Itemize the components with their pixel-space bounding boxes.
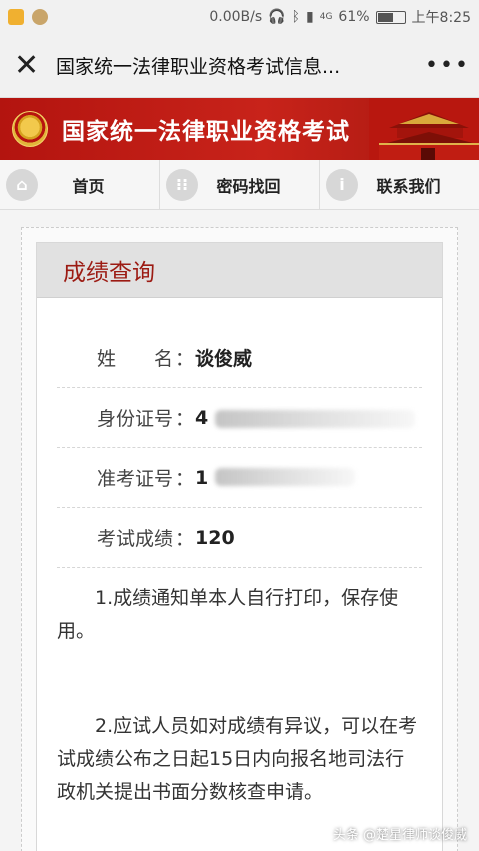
field-row-admission-number: 准考证号 ： 1 [57, 448, 422, 508]
webview-title-bar: ✕ 国家统一法律职业资格考试信息... ••• [0, 34, 479, 98]
main-nav: ⌂ 首页 ⁝⁝ 密码找回 i 联系我们 [0, 160, 479, 210]
bluetooth-icon: ᛒ [291, 9, 300, 25]
redaction-blur [215, 410, 415, 428]
nav-label-home: 首页 [72, 176, 105, 196]
watermark: 头条 @楚星律师谈俊威 [332, 828, 467, 843]
site-title: 国家统一法律职业资格考试 [62, 119, 350, 145]
close-icon[interactable]: ✕ [14, 50, 46, 81]
more-options-icon[interactable]: ••• [425, 53, 468, 78]
score-card-header: 成绩查询 [37, 243, 442, 298]
site-banner: 国家统一法律职业资格考试 [0, 98, 479, 160]
note-print: 1.成绩通知单本人自行打印，保存使用。 [57, 587, 399, 642]
field-value-admission-number: 1 [195, 466, 209, 489]
field-label: 准考证号 [96, 468, 173, 490]
page-title: 国家统一法律职业资格考试信息... [56, 56, 341, 78]
field-label: 姓 名 [96, 348, 173, 370]
redaction-blur [215, 468, 355, 486]
signal-icon: ▮ [306, 9, 314, 25]
home-icon: ⌂ [6, 168, 38, 201]
net-speed: 0.00B/s [209, 9, 263, 25]
note-appeal: 2.应试人员如对成绩有异议，可以在考试成绩公布之日起15日内向报名地司法行政机关… [57, 715, 418, 803]
nav-label-password-recovery: 密码找回 [216, 176, 281, 196]
field-row-id-number: 身份证号 ： 4 [57, 388, 422, 448]
clock: 上午8:25 [411, 10, 471, 26]
nav-item-password-recovery[interactable]: ⁝⁝ 密码找回 [160, 160, 320, 209]
content-frame: 成绩查询 姓 名 ： 谈俊威 身份证号 ： 4 准考证号 ： 1 考试成绩 ： … [21, 227, 458, 851]
app-notification-icon [8, 9, 24, 25]
grid-icon: ⁝⁝ [166, 168, 198, 201]
field-value-name: 谈俊威 [195, 348, 253, 370]
nav-label-contact: 联系我们 [376, 176, 441, 196]
field-value-score: 120 [195, 526, 235, 549]
nav-item-contact[interactable]: i 联系我们 [320, 160, 479, 209]
field-label: 考试成绩 [96, 528, 173, 550]
status-bar: 0.00B/s 🎧 ᛒ ▮ 4G 61% 上午8:25 [0, 0, 479, 34]
field-row-score: 考试成绩 ： 120 [57, 508, 422, 568]
battery-icon [375, 10, 406, 24]
national-emblem-icon [12, 111, 48, 147]
field-value-id-number: 4 [195, 406, 209, 429]
tiananmen-icon [369, 98, 479, 160]
status-notification-icons [8, 9, 48, 25]
info-icon: i [326, 168, 358, 201]
score-card: 成绩查询 姓 名 ： 谈俊威 身份证号 ： 4 准考证号 ： 1 考试成绩 ： … [36, 242, 443, 851]
battery-percent: 61% [338, 9, 370, 25]
assistant-notification-icon [32, 9, 48, 25]
signal-4g-label: 4G [319, 12, 333, 22]
status-indicators: 0.00B/s 🎧 ᛒ ▮ 4G 61% 上午8:25 [209, 7, 471, 27]
score-card-title: 成绩查询 [63, 260, 155, 286]
headphone-icon: 🎧 [268, 9, 286, 25]
nav-item-home[interactable]: ⌂ 首页 [0, 160, 160, 209]
score-fields: 姓 名 ： 谈俊威 身份证号 ： 4 准考证号 ： 1 考试成绩 ： 120 [37, 298, 442, 568]
field-label: 身份证号 [96, 408, 173, 430]
field-row-name: 姓 名 ： 谈俊威 [57, 328, 422, 388]
